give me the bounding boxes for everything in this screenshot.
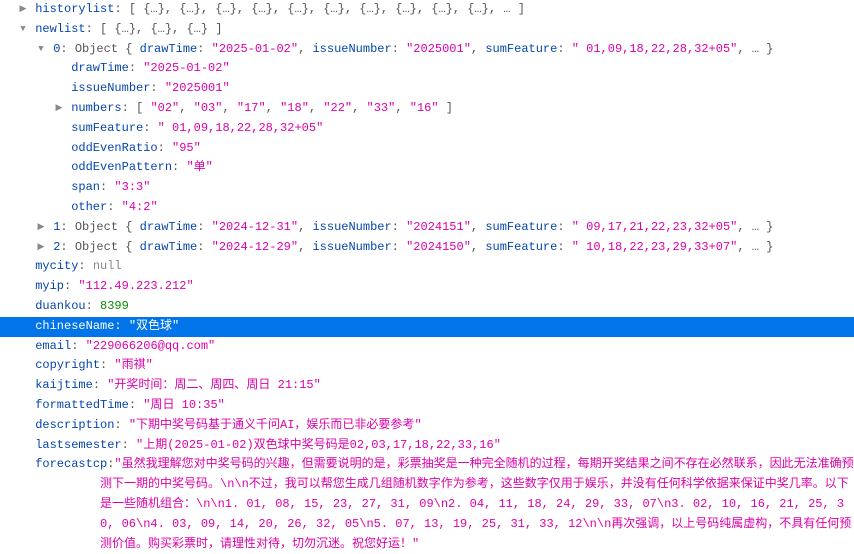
collapse-icon[interactable]: ▼ <box>18 22 28 37</box>
value-text: "单" <box>186 160 212 174</box>
key-label: chineseName <box>35 319 114 333</box>
tree-row-span[interactable]: span: "3:3" <box>0 178 854 198</box>
key-label: oddEvenPattern <box>71 160 172 174</box>
value-summary: Object { drawTime: "2025-01-02", issueNu… <box>75 42 774 56</box>
value-text: " 01,09,18,22,28,32+05" <box>158 121 324 135</box>
key-label: myip <box>35 279 64 293</box>
tree-row-kaijtime[interactable]: kaijtime: "开奖时间：周二、周四、周日 21:15" <box>0 376 854 396</box>
tree-row-lastsemester[interactable]: lastsemester: "上期(2025-01-02)双色球中奖号码是02,… <box>0 436 854 456</box>
tree-row-chinesename-selected[interactable]: chineseName: "双色球" <box>0 317 854 337</box>
expand-icon[interactable]: ▶ <box>36 220 46 235</box>
value-summary: [ "02", "03", "17", "18", "22", "33", "1… <box>136 101 453 115</box>
tree-row-myip[interactable]: myip: "112.49.223.212" <box>0 277 854 297</box>
expand-icon[interactable]: ▶ <box>18 2 28 17</box>
key-label: historylist <box>35 2 114 16</box>
tree-row-other[interactable]: other: "4:2" <box>0 198 854 218</box>
tree-row-description[interactable]: description: "下期中奖号码基于通义千问AI，娱乐而已非必要参考" <box>0 416 854 436</box>
value-summary: Object { drawTime: "2024-12-29", issueNu… <box>75 240 774 254</box>
tree-row-issuenumber[interactable]: issueNumber: "2025001" <box>0 79 854 99</box>
key-label: email <box>35 339 71 353</box>
tree-row-oddevenratio[interactable]: oddEvenRatio: "95" <box>0 139 854 159</box>
value-text: "上期(2025-01-02)双色球中奖号码是02,03,17,18,22,33… <box>136 438 501 452</box>
tree-row-numbers[interactable]: ▶ numbers: [ "02", "03", "17", "18", "22… <box>0 99 854 119</box>
key-label: mycity <box>35 259 78 273</box>
tree-row-newlist-0[interactable]: ▼ 0: Object { drawTime: "2025-01-02", is… <box>0 40 854 60</box>
value-text: "下期中奖号码基于通义千问AI，娱乐而已非必要参考" <box>129 418 422 432</box>
tree-row-formattedtime[interactable]: formattedTime: "周日 10:35" <box>0 396 854 416</box>
expand-icon[interactable]: ▶ <box>54 101 64 116</box>
value-summary: [ {…}, {…}, {…}, {…}, {…}, {…}, {…}, {…}… <box>129 2 525 16</box>
collapse-icon[interactable]: ▼ <box>36 42 46 57</box>
key-label: description <box>35 418 114 432</box>
value-text: "3:3" <box>114 180 150 194</box>
tree-row-forecastcp[interactable]: forecastcp: "虽然我理解您对中奖号码的兴趣，但需要说明的是，彩票抽奖… <box>0 455 854 554</box>
value-text: "雨祺" <box>114 358 152 372</box>
key-label: issueNumber <box>71 81 150 95</box>
tree-row-newlist-1[interactable]: ▶ 1: Object { drawTime: "2024-12-31", is… <box>0 218 854 238</box>
key-label: copyright <box>35 358 100 372</box>
tree-row-historylist[interactable]: ▶ historylist: [ {…}, {…}, {…}, {…}, {…}… <box>0 0 854 20</box>
key-label: numbers <box>71 101 121 115</box>
key-label: forecastcp <box>35 457 107 471</box>
value-text: "开奖时间：周二、周四、周日 21:15" <box>107 378 321 392</box>
value-text: null <box>93 259 122 273</box>
key-label: sumFeature <box>71 121 143 135</box>
expand-icon[interactable]: ▶ <box>36 240 46 255</box>
value-text: "4:2" <box>122 200 158 214</box>
key-label: formattedTime <box>35 398 129 412</box>
value-text: "229066206@qq.com" <box>86 339 216 353</box>
value-text: "2025001" <box>165 81 230 95</box>
value-summary: [ {…}, {…}, {…} ] <box>100 22 222 36</box>
key-label: drawTime <box>71 61 129 75</box>
tree-row-oddevenpattern[interactable]: oddEvenPattern: "单" <box>0 158 854 178</box>
value-text: "虽然我理解您对中奖号码的兴趣，但需要说明的是，彩票抽奖是一种完全随机的过程，每… <box>18 455 854 554</box>
key-label: span <box>71 180 100 194</box>
key-label: lastsemester <box>35 438 121 452</box>
tree-row-newlist[interactable]: ▼ newlist: [ {…}, {…}, {…} ] <box>0 20 854 40</box>
value-text: "95" <box>172 141 201 155</box>
key-label: kaijtime <box>35 378 93 392</box>
value-summary: Object { drawTime: "2024-12-31", issueNu… <box>75 220 774 234</box>
tree-row-copyright[interactable]: copyright: "雨祺" <box>0 356 854 376</box>
key-label: duankou <box>35 299 85 313</box>
key-label: newlist <box>35 22 85 36</box>
tree-row-newlist-2[interactable]: ▶ 2: Object { drawTime: "2024-12-29", is… <box>0 238 854 258</box>
value-text: "双色球" <box>129 319 179 333</box>
key-label: other <box>71 200 107 214</box>
key-label: oddEvenRatio <box>71 141 157 155</box>
tree-row-duankou[interactable]: duankou: 8399 <box>0 297 854 317</box>
value-text: 8399 <box>100 299 129 313</box>
value-text: "2025-01-02" <box>143 61 229 75</box>
tree-row-drawtime[interactable]: drawTime: "2025-01-02" <box>0 59 854 79</box>
value-text: "周日 10:35" <box>143 398 225 412</box>
tree-row-mycity[interactable]: mycity: null <box>0 257 854 277</box>
value-text: "112.49.223.212" <box>78 279 193 293</box>
tree-row-sumfeature[interactable]: sumFeature: " 01,09,18,22,28,32+05" <box>0 119 854 139</box>
tree-row-email[interactable]: email: "229066206@qq.com" <box>0 337 854 357</box>
